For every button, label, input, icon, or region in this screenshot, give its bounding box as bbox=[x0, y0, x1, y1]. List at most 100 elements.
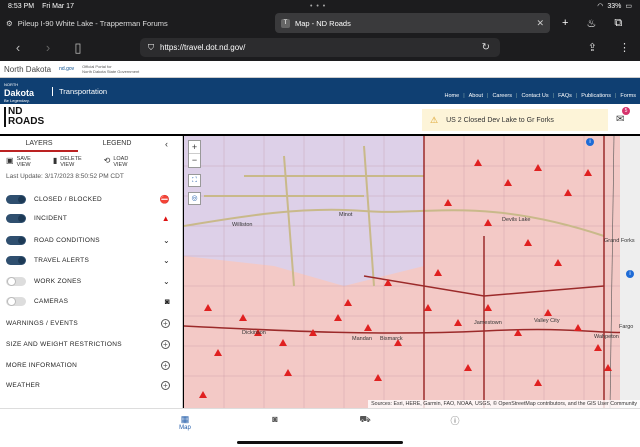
map-icon: ▦ bbox=[180, 414, 190, 424]
browser-tab-trapperman[interactable]: ⚙ Pileup I-90 White Lake - Trapperman Fo… bbox=[0, 13, 275, 33]
nav-cameras[interactable]: ◙ bbox=[260, 414, 290, 424]
menu-contact[interactable]: Contact Us bbox=[521, 93, 548, 99]
tab-favicon: T bbox=[281, 18, 290, 28]
locate-icon[interactable]: ◎ bbox=[188, 192, 201, 205]
city-minot: Minot bbox=[339, 212, 353, 218]
menu-publications[interactable]: Publications bbox=[581, 93, 611, 99]
gov-link[interactable]: nd.gov bbox=[59, 66, 74, 72]
menu-careers[interactable]: Careers bbox=[492, 93, 512, 99]
nav-map[interactable]: ▦ Map bbox=[170, 414, 200, 431]
state-name[interactable]: North Dakota bbox=[4, 65, 51, 74]
warning-icon: ⚠ bbox=[430, 114, 439, 125]
section-weather[interactable]: WEATHER + bbox=[6, 378, 176, 392]
tab-title: Map - ND Roads bbox=[295, 18, 351, 28]
close-tab-icon[interactable]: ✕ bbox=[536, 18, 544, 29]
road-map[interactable]: Williston Minot Devils Lake Grand Forks … bbox=[184, 136, 640, 408]
nd-logo[interactable]: NORTH Dakota Be Legendary. bbox=[4, 81, 34, 105]
city-valley-city: Valley City bbox=[534, 318, 560, 324]
shield-icon: ⛉ bbox=[148, 42, 154, 52]
layer-cameras[interactable]: CAMERAS ◙ bbox=[6, 294, 176, 308]
toggle-road-conditions[interactable] bbox=[6, 235, 26, 245]
address-bar-row: ‹ › ▯ ⛉ https://travel.dot.nd.gov/ ↻ ⇪ ⋮ bbox=[0, 34, 640, 61]
info-icon[interactable]: i bbox=[586, 138, 594, 146]
toggle-travel-alerts[interactable] bbox=[6, 255, 26, 265]
tab-legend[interactable]: LEGEND bbox=[78, 136, 156, 152]
last-update: Last Update: 3/17/2023 8:50:52 PM CDT bbox=[6, 173, 124, 180]
fullscreen-icon[interactable]: ⛶ bbox=[188, 174, 201, 187]
section-more-information[interactable]: MORE INFORMATION + bbox=[6, 358, 176, 372]
section-size-weight[interactable]: SIZE AND WEIGHT RESTRICTIONS + bbox=[6, 337, 176, 351]
multitask-dots[interactable]: • • • bbox=[310, 3, 326, 10]
warning-icon: ▲ bbox=[161, 213, 170, 223]
tab-layers[interactable]: LAYERS bbox=[0, 136, 78, 152]
toggle-incident[interactable] bbox=[6, 213, 26, 223]
save-icon: ▣ bbox=[6, 156, 14, 165]
department-name: Transportation bbox=[52, 87, 107, 96]
nav-trucks[interactable]: ⛟ bbox=[350, 414, 380, 426]
section-warnings-events[interactable]: WARNINGS / EVENTS + bbox=[6, 316, 176, 330]
map-attribution: Sources: Esri, HERE, Garmin, FAO, NOAA, … bbox=[368, 400, 640, 408]
battery-icon: ▭ bbox=[625, 3, 632, 10]
layer-incident[interactable]: INCIDENT ▲ bbox=[6, 211, 176, 225]
menu-faqs[interactable]: FAQs bbox=[558, 93, 572, 99]
zoom-in-button[interactable]: + bbox=[189, 141, 200, 154]
toggle-closed[interactable] bbox=[6, 194, 26, 204]
status-time: 8:53 PM bbox=[8, 2, 35, 10]
menu-about[interactable]: About bbox=[469, 93, 483, 99]
layer-road-conditions[interactable]: ROAD CONDITIONS ⌄ bbox=[6, 233, 176, 247]
reader-icon[interactable]: ▯ bbox=[66, 40, 90, 56]
tabs-overview-icon[interactable]: ⧉ bbox=[614, 17, 622, 30]
mail-icon[interactable]: ✉ bbox=[616, 114, 624, 125]
battery-percent: 33% bbox=[607, 2, 622, 10]
menu-home[interactable]: Home bbox=[445, 93, 460, 99]
city-fargo: Fargo bbox=[619, 324, 633, 330]
share-icon[interactable]: ⇪ bbox=[588, 41, 597, 54]
expand-plus-icon[interactable]: + bbox=[161, 360, 170, 370]
travel-alert-banner[interactable]: ⚠ US 2 Closed Dev Lake to Gr Forks bbox=[422, 109, 608, 131]
truck-icon: ⛟ bbox=[359, 414, 371, 424]
forward-icon[interactable]: › bbox=[36, 40, 60, 55]
delete-view-button[interactable]: ▮ DELETE VIEW bbox=[53, 156, 82, 168]
chevron-down-icon[interactable]: ⌄ bbox=[163, 236, 170, 245]
alert-text: US 2 Closed Dev Lake to Gr Forks bbox=[446, 116, 554, 124]
more-icon[interactable]: ⋮ bbox=[619, 41, 630, 54]
url-field[interactable]: ⛉ https://travel.dot.nd.gov/ ↻ bbox=[140, 38, 500, 57]
wifi-icon: ◠ bbox=[597, 3, 604, 10]
layer-work-zones[interactable]: WORK ZONES ⌄ bbox=[6, 274, 176, 288]
toggle-work-zones[interactable] bbox=[6, 276, 26, 286]
toggle-cameras[interactable] bbox=[6, 296, 26, 306]
city-jamestown: Jamestown bbox=[474, 320, 502, 326]
city-dickinson: Dickinson bbox=[242, 330, 266, 336]
reload-icon[interactable]: ↻ bbox=[482, 42, 490, 53]
info-circle-icon: ⓘ bbox=[450, 416, 460, 426]
banner-menu: Home | About | Careers | Contact Us | FAQs | … bbox=[444, 93, 636, 99]
layer-closed-blocked[interactable]: CLOSED / BLOCKED ⛔ bbox=[6, 192, 176, 206]
browser-tab-ndroads[interactable]: T Map - ND Roads ✕ bbox=[275, 13, 550, 33]
city-grand-forks: Grand Forks bbox=[604, 238, 635, 244]
expand-plus-icon[interactable]: + bbox=[161, 318, 170, 328]
new-tab-icon[interactable]: + bbox=[562, 17, 568, 30]
save-view-button[interactable]: ▣ SAVE VIEW bbox=[6, 156, 31, 168]
status-bar: 8:53 PM Fri Mar 17 • • • ◠ 33% ▭ bbox=[0, 0, 640, 12]
notification-badge: 5 bbox=[622, 107, 630, 115]
expand-plus-icon[interactable]: + bbox=[161, 339, 170, 349]
map-canvas[interactable]: Williston Minot Devils Lake Grand Forks … bbox=[184, 136, 640, 408]
expand-plus-icon[interactable]: + bbox=[161, 380, 170, 390]
layer-travel-alerts[interactable]: TRAVEL ALERTS ⌄ bbox=[6, 253, 176, 267]
layers-sidebar: LAYERS LEGEND ‹ ▣ SAVE VIEW ▮ DELETE VIEW … bbox=[0, 136, 183, 408]
menu-forms[interactable]: Forms bbox=[620, 93, 636, 99]
zoom-control: + − bbox=[188, 140, 201, 168]
flame-icon[interactable]: ♨ bbox=[586, 17, 596, 30]
load-view-button[interactable]: ⟲ LOAD VIEW bbox=[104, 156, 129, 168]
ndroads-logo[interactable]: ND ROADS bbox=[4, 107, 44, 127]
info-icon[interactable]: i bbox=[626, 270, 634, 278]
chevron-down-icon[interactable]: ⌄ bbox=[163, 277, 170, 286]
chevron-down-icon[interactable]: ⌄ bbox=[163, 256, 170, 265]
closed-icon: ⛔ bbox=[159, 194, 170, 204]
back-icon[interactable]: ‹ bbox=[6, 40, 30, 55]
collapse-sidebar-icon[interactable]: ‹ bbox=[165, 139, 168, 149]
city-bismarck: Bismarck bbox=[380, 336, 403, 342]
zoom-out-button[interactable]: − bbox=[189, 154, 200, 167]
nav-info[interactable]: ⓘ bbox=[440, 414, 470, 427]
status-date: Fri Mar 17 bbox=[42, 2, 74, 10]
